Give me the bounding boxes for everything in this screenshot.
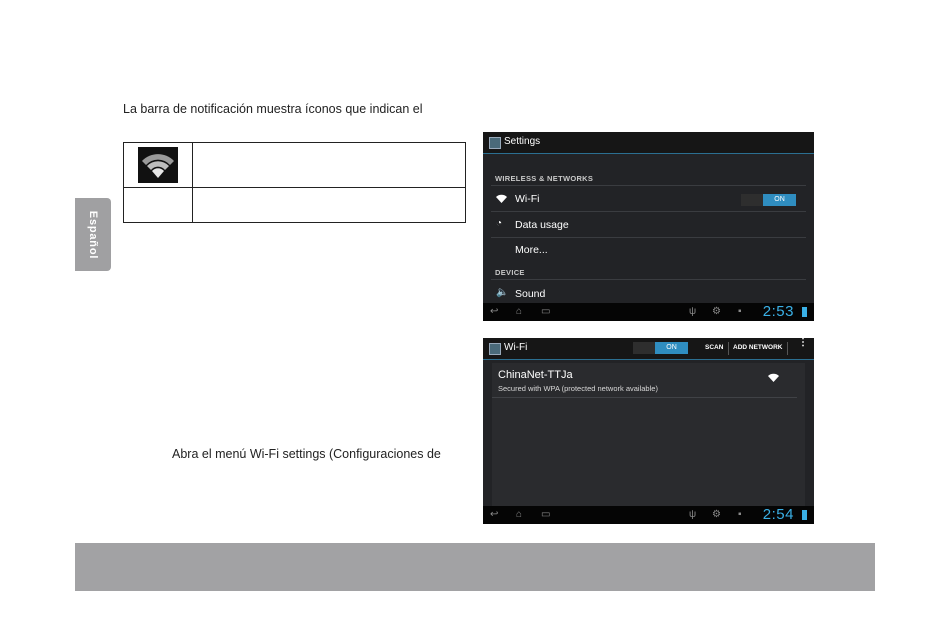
settings-list: WIRELESS & NETWORKS Wi-Fi ON ◔ Data usag…	[483, 154, 814, 303]
usb-icon: ψ	[689, 509, 697, 520]
network-name[interactable]: ChinaNet-TTJa	[498, 369, 573, 381]
usb-icon: ψ	[689, 306, 697, 317]
settings-app-icon	[489, 137, 501, 149]
battery-icon	[802, 307, 807, 317]
status-clock: 2:53	[762, 303, 794, 320]
screen-title: Wi-Fi	[504, 342, 528, 353]
sound-icon: 🔈	[496, 287, 509, 298]
divider	[728, 342, 729, 355]
network-list-panel: ChinaNet-TTJa Secured with WPA (protecte…	[492, 363, 805, 506]
overflow-menu-icon[interactable]: ⋮	[798, 338, 808, 348]
wifi-screenshot: Wi-Fi ON SCAN ADD NETWORK ⋮ ChinaNet-TTJ…	[483, 338, 814, 524]
instruction-paragraph: Abra el menú Wi-Fi settings (Configuraci…	[172, 447, 441, 461]
divider	[491, 211, 806, 212]
debug-icon: ⚙	[712, 306, 721, 317]
icon-description	[192, 142, 466, 188]
section-header-device: DEVICE	[495, 268, 525, 277]
settings-item-more[interactable]: More...	[515, 244, 548, 256]
settings-item-sound[interactable]: Sound	[515, 288, 545, 300]
system-navigation-bar: ↩ ⌂ ▭ ψ ⚙ ▪ 2:54	[483, 506, 814, 524]
icon-cell	[123, 142, 193, 188]
intro-paragraph: La barra de notificación muestra íconos …	[123, 102, 423, 116]
status-clock: 2:54	[762, 506, 794, 523]
notification-icon-table	[123, 142, 466, 223]
divider	[491, 279, 806, 280]
notification-icon: ▪	[738, 306, 742, 317]
network-status: Secured with WPA (protected network avai…	[498, 384, 658, 393]
recent-apps-icon[interactable]: ▭	[541, 306, 550, 317]
home-icon[interactable]: ⌂	[516, 306, 522, 317]
settings-item-wifi[interactable]: Wi-Fi	[515, 193, 540, 205]
wifi-signal-locked-icon	[768, 373, 779, 385]
wifi-toggle[interactable]: ON	[633, 342, 688, 354]
table-row	[123, 187, 466, 223]
wifi-icon	[138, 147, 178, 183]
toggle-on-label: ON	[655, 342, 688, 354]
home-icon[interactable]: ⌂	[516, 509, 522, 520]
icon-cell	[123, 187, 193, 223]
action-bar: Settings	[483, 132, 814, 154]
system-navigation-bar: ↩ ⌂ ▭ ψ ⚙ ▪ 2:53	[483, 303, 814, 321]
divider	[787, 342, 788, 355]
wifi-toggle[interactable]: ON	[741, 194, 796, 206]
wifi-icon	[496, 194, 507, 206]
notification-icon: ▪	[738, 509, 742, 520]
debug-icon: ⚙	[712, 509, 721, 520]
back-icon[interactable]: ↩	[490, 509, 498, 520]
toggle-on-label: ON	[763, 194, 796, 206]
recent-apps-icon[interactable]: ▭	[541, 509, 550, 520]
data-usage-icon: ◔	[496, 218, 503, 229]
add-network-button[interactable]: ADD NETWORK	[733, 344, 782, 351]
divider	[491, 237, 806, 238]
language-tab-label: Español	[87, 210, 99, 259]
action-bar: Wi-Fi ON SCAN ADD NETWORK ⋮	[483, 338, 814, 360]
icon-description	[192, 187, 466, 223]
divider	[491, 185, 806, 186]
table-row	[123, 142, 466, 188]
settings-item-data-usage[interactable]: Data usage	[515, 219, 569, 231]
scan-button[interactable]: SCAN	[705, 344, 723, 351]
divider	[492, 397, 797, 398]
battery-icon	[802, 510, 807, 520]
back-icon[interactable]: ↩	[490, 306, 498, 317]
screen-title: Settings	[504, 136, 541, 147]
settings-screenshot: Settings WIRELESS & NETWORKS Wi-Fi ON ◔ …	[483, 132, 814, 321]
settings-app-icon	[489, 343, 501, 355]
footer-bar	[75, 543, 875, 591]
section-header-wireless: WIRELESS & NETWORKS	[495, 174, 594, 183]
language-tab: Español	[75, 198, 111, 271]
wifi-network-list: ChinaNet-TTJa Secured with WPA (protecte…	[483, 360, 814, 506]
